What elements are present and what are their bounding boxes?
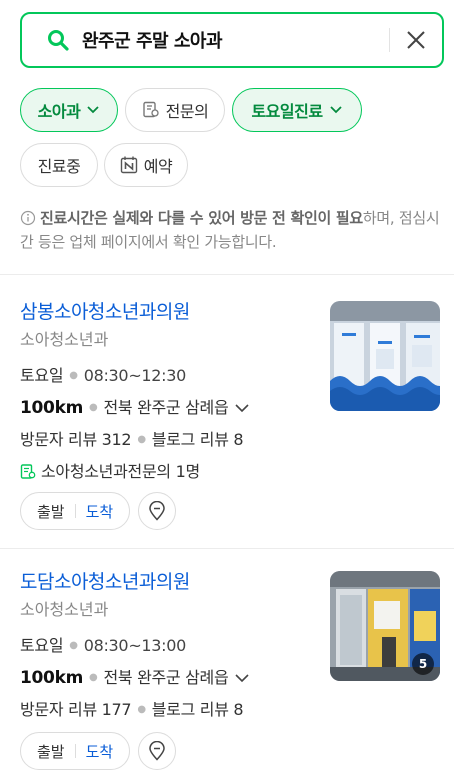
filter-label: 예약 xyxy=(143,157,173,176)
distance: 100km xyxy=(20,668,84,688)
dot-separator: ● xyxy=(137,704,146,715)
address: 전북 완주군 삼례읍 xyxy=(103,668,229,687)
filter-label: 토요일진료 xyxy=(251,102,323,121)
map-pin-button[interactable] xyxy=(138,732,177,770)
hours-day: 토요일 xyxy=(20,636,64,655)
visitor-reviews: 방문자 리뷰 312 xyxy=(20,430,132,449)
reviews-row: 방문자 리뷰 177 ● 블로그 리뷰 8 xyxy=(20,694,440,726)
chevron-down-icon xyxy=(235,404,249,413)
reviews-row: 방문자 리뷰 312 ● 블로그 리뷰 8 xyxy=(20,424,440,456)
dot-separator: ● xyxy=(89,402,98,413)
arrive-label[interactable]: 도착 xyxy=(86,741,114,762)
map-pin-button[interactable] xyxy=(138,492,177,530)
filter-chip-open-now[interactable]: 진료중 xyxy=(20,143,98,187)
depart-label[interactable]: 출발 xyxy=(37,501,65,522)
section-divider xyxy=(0,548,454,549)
search-bar[interactable]: 완주군 주말 소아과 xyxy=(20,12,444,68)
result-card[interactable]: 삼봉소아청소년과의원 소아청소년과 토요일 ● 08:30~12:30 100k… xyxy=(20,298,440,534)
address: 전북 완주군 삼례읍 xyxy=(103,398,229,417)
arrive-label[interactable]: 도착 xyxy=(86,501,114,522)
specialist-count: 소아청소년과전문의 1명 xyxy=(41,462,200,481)
filter-chip-specialist[interactable]: 전문의 xyxy=(125,88,225,132)
certificate-icon xyxy=(20,464,36,479)
clinic-interior-photo xyxy=(330,301,440,411)
clear-search-button[interactable] xyxy=(390,14,442,66)
place-photo[interactable] xyxy=(330,301,440,411)
filter-label: 진료중 xyxy=(37,157,81,176)
map-pin-icon xyxy=(149,501,165,521)
dot-separator: ● xyxy=(89,672,98,683)
visitor-reviews: 방문자 리뷰 177 xyxy=(20,700,132,719)
photo-count-badge: 5 xyxy=(412,653,434,675)
hours-notice: 진료시간은 실제와 다를 수 있어 방문 전 확인이 필요하며, 점심시간 등은… xyxy=(20,206,440,254)
blog-reviews: 블로그 리뷰 8 xyxy=(151,430,244,449)
route-actions: 출발 도착 xyxy=(20,732,177,770)
route-actions: 출발 도착 xyxy=(20,492,177,530)
search-icon xyxy=(48,30,69,51)
result-card[interactable]: 도담소아청소년과의원 소아청소년과 토요일 ● 08:30~13:00 100k… xyxy=(20,568,440,772)
dot-separator: ● xyxy=(69,370,78,381)
filter-chip-pediatrics[interactable]: 소아과 xyxy=(20,88,118,132)
hours-time: 08:30~12:30 xyxy=(83,366,187,385)
section-divider xyxy=(0,274,454,275)
distance: 100km xyxy=(20,398,84,418)
dot-separator: ● xyxy=(137,434,146,445)
route-divider xyxy=(74,504,76,518)
close-icon xyxy=(407,31,425,49)
naver-booking-icon xyxy=(120,156,137,174)
route-divider xyxy=(74,744,76,758)
filter-chip-saturday[interactable]: 토요일진료 xyxy=(232,88,362,132)
filter-label: 소아과 xyxy=(37,102,81,121)
depart-label[interactable]: 출발 xyxy=(37,741,65,762)
specialist-row: 소아청소년과전문의 1명 xyxy=(20,456,440,488)
chevron-down-icon xyxy=(329,106,342,114)
certificate-icon xyxy=(142,101,159,118)
hours-day: 토요일 xyxy=(20,366,64,385)
dot-separator: ● xyxy=(69,640,78,651)
filter-label: 전문의 xyxy=(165,102,209,121)
blog-reviews: 블로그 리뷰 8 xyxy=(151,700,244,719)
hours-time: 08:30~13:00 xyxy=(83,636,187,655)
filter-chip-reservation[interactable]: 예약 xyxy=(104,143,188,187)
notice-bold: 진료시간은 실제와 다를 수 있어 방문 전 확인이 필요 xyxy=(40,209,363,227)
route-button[interactable]: 출발 도착 xyxy=(20,732,131,770)
search-input[interactable]: 완주군 주말 소아과 xyxy=(82,27,389,53)
chevron-down-icon xyxy=(235,674,249,683)
map-pin-icon xyxy=(149,741,165,761)
route-button[interactable]: 출발 도착 xyxy=(20,492,131,530)
place-photo[interactable]: 5 xyxy=(330,571,440,681)
chevron-down-icon xyxy=(87,106,99,114)
info-icon xyxy=(20,210,36,226)
